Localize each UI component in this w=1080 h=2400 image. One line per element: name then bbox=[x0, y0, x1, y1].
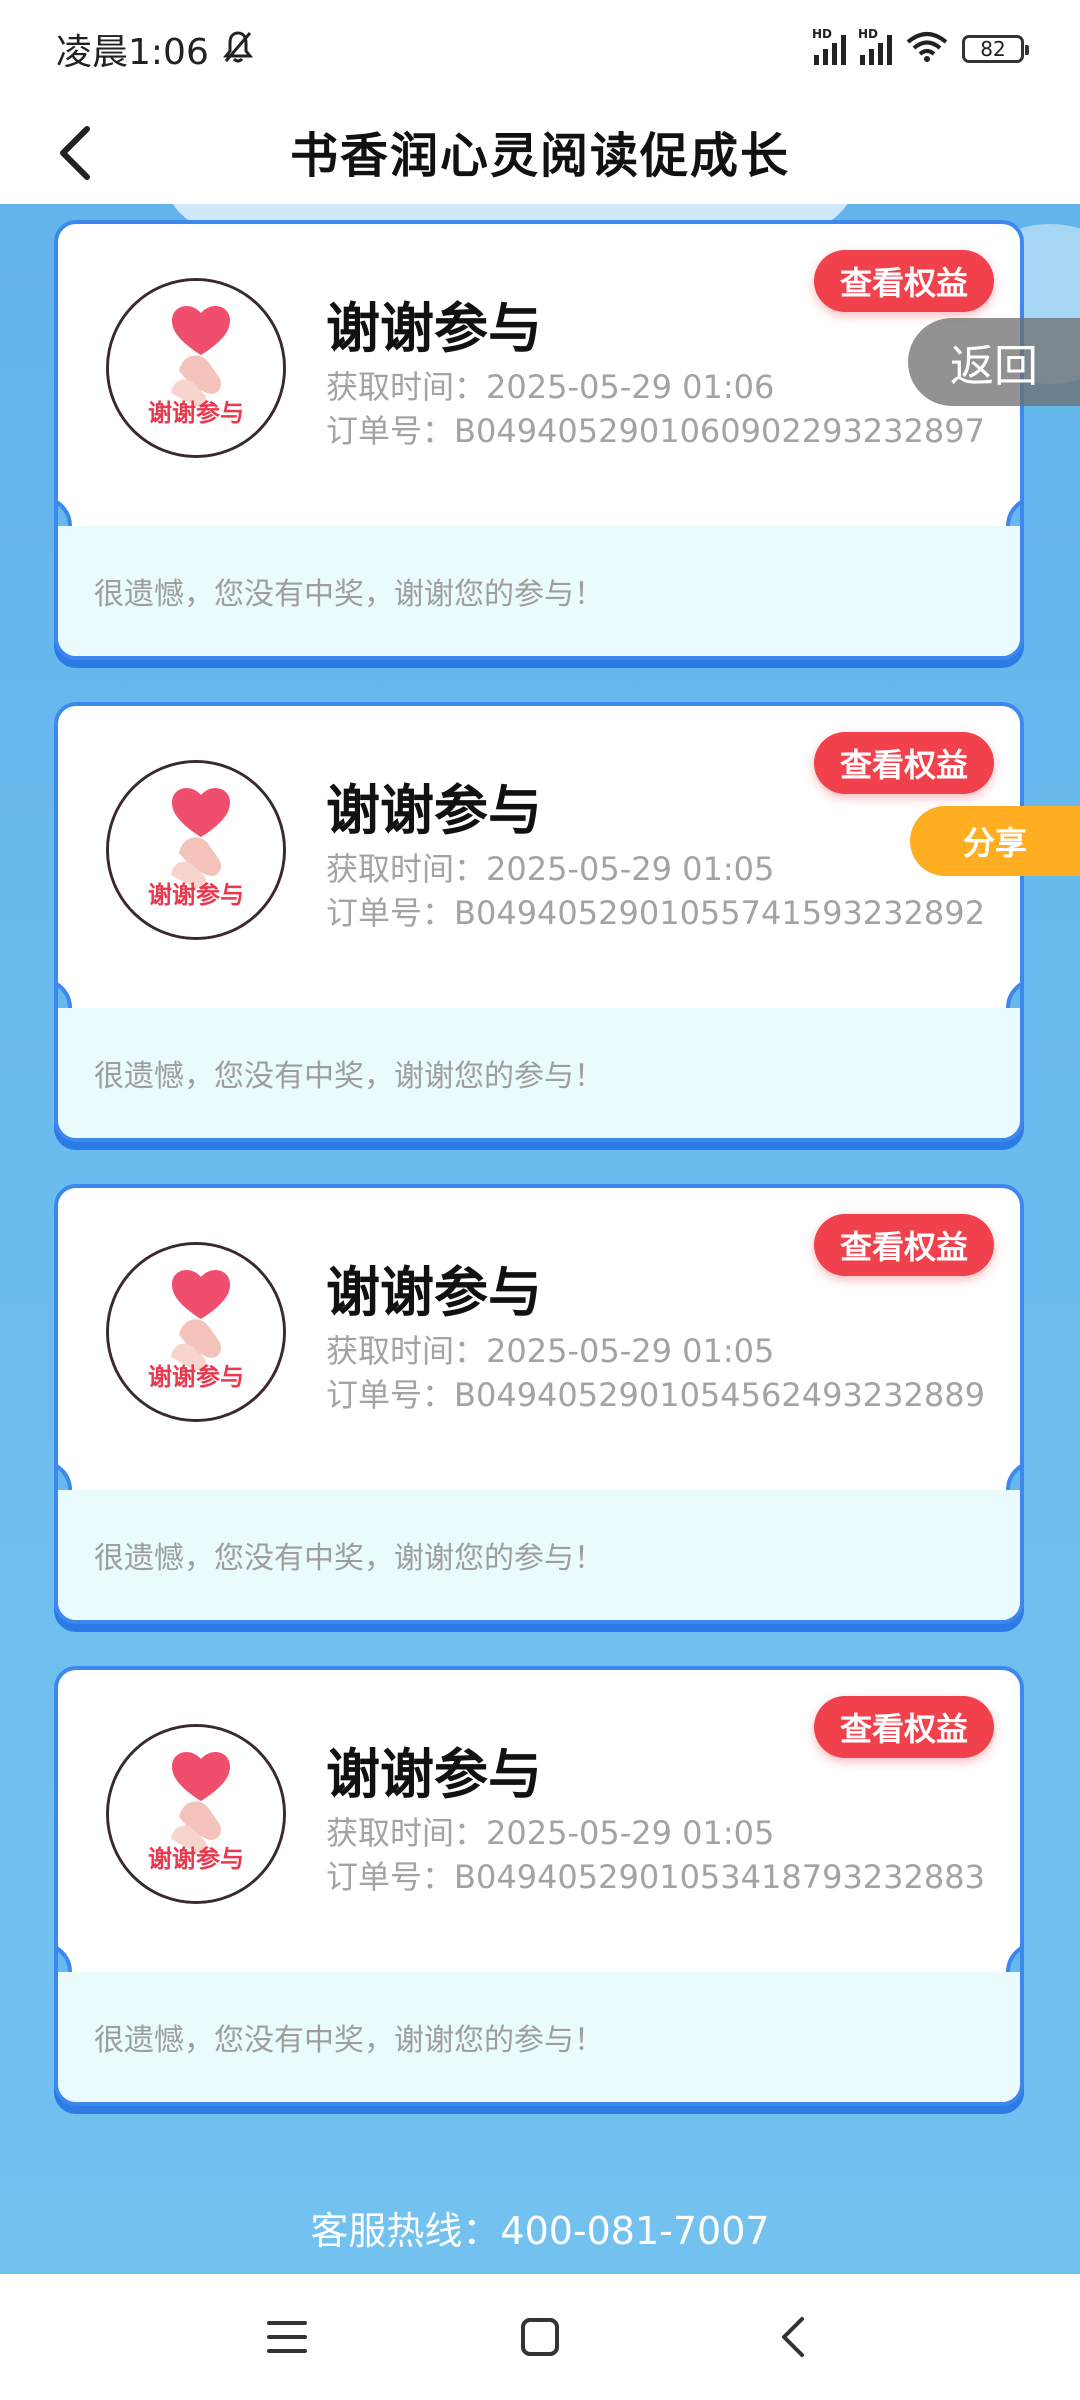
prize-name: 谢谢参与 bbox=[326, 297, 542, 360]
acquire-time-row: 获取时间：2025-05-29 01:05 bbox=[326, 1808, 774, 1854]
acquire-time-value: 2025-05-29 01:05 bbox=[486, 1332, 775, 1370]
back-button[interactable] bbox=[40, 118, 110, 188]
system-navigation-bar bbox=[0, 2274, 1080, 2400]
signal-icon: HD bbox=[858, 27, 892, 65]
view-benefit-button[interactable]: 查看权益 bbox=[814, 1696, 994, 1758]
prize-image-text: 谢谢参与 bbox=[148, 1845, 244, 1873]
chevron-left-icon bbox=[782, 2317, 805, 2357]
view-benefit-button[interactable]: 查看权益 bbox=[814, 1214, 994, 1276]
prize-card[interactable]: 谢谢参与 谢谢参与 获取时间：2025-05-29 01:06 订单号：B049… bbox=[54, 220, 1024, 660]
prize-card[interactable]: 谢谢参与 谢谢参与 获取时间：2025-05-29 01:05 订单号：B049… bbox=[54, 702, 1024, 1142]
prize-image: 谢谢参与 bbox=[106, 1242, 286, 1422]
signal-hd-label: HD bbox=[812, 27, 833, 41]
prize-image-text: 谢谢参与 bbox=[148, 399, 244, 427]
page-title: 书香润心灵阅读促成长 bbox=[289, 128, 790, 184]
acquire-time-row: 获取时间：2025-05-29 01:05 bbox=[326, 844, 774, 890]
acquire-time-label: 获取时间： bbox=[326, 368, 487, 406]
chevron-left-icon bbox=[60, 126, 90, 180]
customer-service-hotline[interactable]: 客服热线：400-081-7007 bbox=[0, 2200, 1080, 2255]
acquire-time-value: 2025-05-29 01:05 bbox=[486, 850, 775, 888]
order-number-value: B0494052901053418793232883 bbox=[454, 1858, 985, 1896]
order-number-row: 订单号：B0494052901053418793232883 bbox=[326, 1852, 985, 1898]
prize-image-text: 谢谢参与 bbox=[148, 1363, 244, 1391]
floating-back-button[interactable]: 返回 bbox=[908, 318, 1080, 406]
order-number-row: 订单号：B0494052901054562493232889 bbox=[326, 1370, 985, 1416]
prize-name: 谢谢参与 bbox=[326, 779, 542, 842]
signal-hd-label: HD bbox=[858, 27, 879, 41]
prize-name: 谢谢参与 bbox=[326, 1261, 542, 1324]
status-time: 凌晨1:06 bbox=[56, 32, 209, 73]
wifi-icon bbox=[906, 31, 948, 67]
order-number-label: 订单号： bbox=[326, 1376, 455, 1414]
prize-name: 谢谢参与 bbox=[326, 1743, 542, 1806]
prize-image: 谢谢参与 bbox=[106, 760, 286, 940]
order-number-label: 订单号： bbox=[326, 1858, 455, 1896]
acquire-time-value: 2025-05-29 01:06 bbox=[486, 368, 775, 406]
home-square-icon bbox=[520, 2318, 559, 2356]
signal-icon: HD bbox=[812, 27, 846, 65]
result-message: 很遗憾，您没有中奖，谢谢您的参与！ bbox=[58, 1008, 1020, 1138]
header: 书香润心灵阅读促成长 bbox=[0, 98, 1080, 204]
order-number-row: 订单号：B0494052901060902293232897 bbox=[326, 406, 985, 452]
main-content[interactable]: 谢谢参与 谢谢参与 获取时间：2025-05-29 01:06 订单号：B049… bbox=[0, 204, 1080, 2274]
acquire-time-label: 获取时间： bbox=[326, 850, 487, 888]
acquire-time-row: 获取时间：2025-05-29 01:05 bbox=[326, 1326, 774, 1372]
acquire-time-label: 获取时间： bbox=[326, 1814, 487, 1852]
mute-bell-icon bbox=[222, 30, 253, 68]
view-benefit-button[interactable]: 查看权益 bbox=[814, 250, 994, 312]
menu-icon bbox=[266, 2321, 307, 2353]
order-number-value: B0494052901054562493232889 bbox=[454, 1376, 985, 1414]
acquire-time-value: 2025-05-29 01:05 bbox=[486, 1814, 775, 1852]
prize-image: 谢谢参与 bbox=[106, 278, 286, 458]
result-message: 很遗憾，您没有中奖，谢谢您的参与！ bbox=[58, 1972, 1020, 2102]
acquire-time-label: 获取时间： bbox=[326, 1332, 487, 1370]
prize-card[interactable]: 谢谢参与 谢谢参与 获取时间：2025-05-29 01:05 订单号：B049… bbox=[54, 1184, 1024, 1624]
battery-indicator: 82 bbox=[962, 35, 1029, 63]
prize-image: 谢谢参与 bbox=[106, 1724, 286, 1904]
menu-nav-button[interactable] bbox=[247, 2297, 327, 2377]
view-benefit-button[interactable]: 查看权益 bbox=[814, 732, 994, 794]
order-number-label: 订单号： bbox=[326, 412, 455, 450]
status-right: HD HD 82 bbox=[812, 27, 1029, 67]
order-number-row: 订单号：B0494052901055741593232892 bbox=[326, 888, 985, 934]
order-number-label: 订单号： bbox=[326, 894, 455, 932]
prize-image-text: 谢谢参与 bbox=[148, 881, 244, 909]
result-message: 很遗憾，您没有中奖，谢谢您的参与！ bbox=[58, 526, 1020, 656]
order-number-value: B0494052901055741593232892 bbox=[454, 894, 985, 932]
result-message: 很遗憾，您没有中奖，谢谢您的参与！ bbox=[58, 1490, 1020, 1620]
status-bar: 凌晨1:06 HD HD 82 bbox=[0, 0, 1080, 98]
prize-card[interactable]: 谢谢参与 谢谢参与 获取时间：2025-05-29 01:05 订单号：B049… bbox=[54, 1666, 1024, 2106]
order-number-value: B0494052901060902293232897 bbox=[454, 412, 985, 450]
back-nav-button[interactable] bbox=[753, 2297, 833, 2377]
floating-share-button[interactable]: 分享 bbox=[910, 806, 1080, 876]
acquire-time-row: 获取时间：2025-05-29 01:06 bbox=[326, 362, 774, 408]
home-nav-button[interactable] bbox=[500, 2297, 580, 2377]
status-left: 凌晨1:06 bbox=[56, 23, 253, 75]
